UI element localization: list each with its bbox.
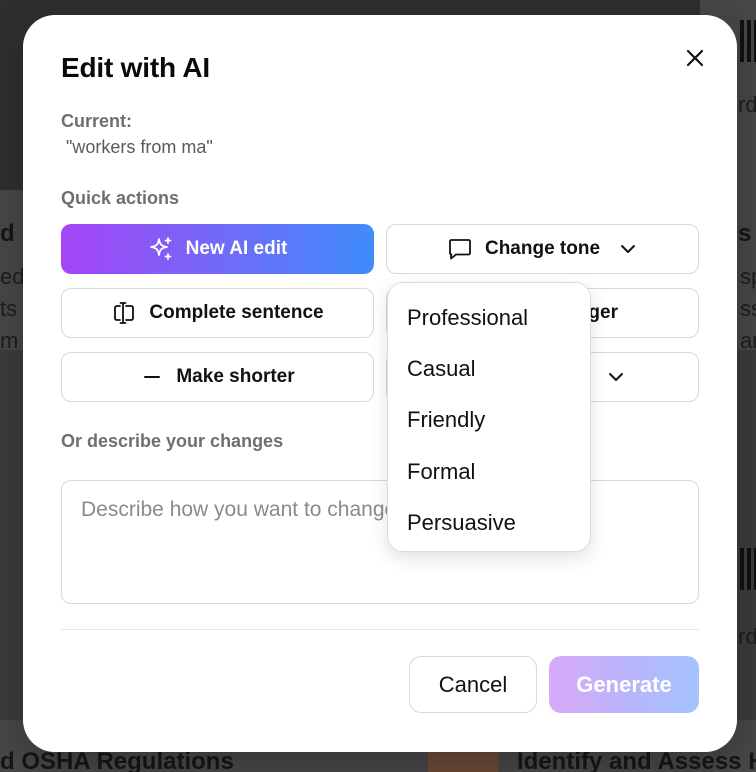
tone-option-formal[interactable]: Formal (388, 446, 590, 497)
describe-changes-input[interactable] (61, 480, 699, 604)
describe-changes-label: Or describe your changes (61, 431, 284, 451)
tone-option-friendly[interactable]: Friendly (388, 395, 590, 446)
background-text: rd (738, 92, 756, 117)
footer-divider (61, 629, 699, 630)
background-text: ss (740, 296, 756, 321)
close-button[interactable] (680, 43, 710, 73)
background-text: rd (738, 624, 756, 649)
chevron-down-icon (609, 373, 623, 381)
background-text: m (0, 328, 19, 353)
current-text-label: Current: (61, 111, 132, 131)
make-shorter-button[interactable]: Make shorter (61, 352, 374, 402)
new-ai-edit-button[interactable]: New AI edit (61, 224, 374, 274)
tone-option-persuasive[interactable]: Persuasive (388, 498, 590, 549)
background-text: an (740, 328, 756, 353)
background-text: sp (740, 264, 756, 289)
edit-with-ai-modal: Edit with AI Current: "workers from ma" … (23, 15, 737, 752)
cancel-button[interactable]: Cancel (409, 656, 537, 713)
minus-icon (144, 376, 161, 378)
background-text: d (0, 220, 15, 247)
tone-dropdown-menu: Professional Casual Friendly Formal Pers… (387, 282, 591, 552)
current-text-value: "workers from ma" (61, 137, 213, 157)
quick-actions-label: Quick actions (61, 188, 180, 208)
modal-title: Edit with AI (61, 52, 210, 83)
chat-bubble-icon (449, 239, 471, 260)
sparkles-icon (149, 237, 172, 260)
text-cursor-icon (114, 302, 135, 324)
change-tone-button[interactable]: Change tone (386, 224, 699, 274)
make-longer-label: ger (588, 302, 618, 323)
background-barcode (740, 548, 756, 590)
chevron-down-icon (621, 245, 636, 253)
tone-option-casual[interactable]: Casual (388, 343, 590, 394)
generate-button[interactable]: Generate (549, 656, 699, 713)
tone-option-professional[interactable]: Professional (388, 292, 590, 343)
new-ai-edit-label: New AI edit (185, 238, 288, 259)
complete-sentence-button[interactable]: Complete sentence (61, 288, 374, 338)
background-text: s l (738, 220, 756, 247)
complete-sentence-label: Complete sentence (149, 302, 324, 323)
change-tone-label: Change tone (484, 238, 601, 259)
background-barcode (740, 20, 756, 62)
close-icon (686, 49, 704, 67)
background-text: ts (0, 296, 18, 321)
make-shorter-label: Make shorter (176, 366, 295, 387)
